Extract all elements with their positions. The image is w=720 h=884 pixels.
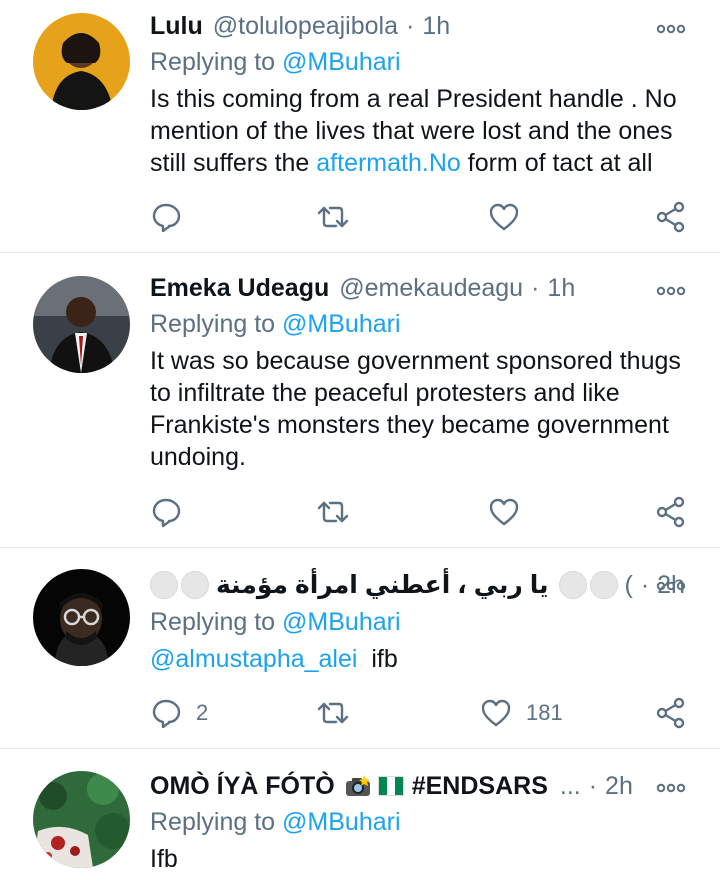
- replying-to-label: Replying to: [150, 608, 276, 636]
- replying-to-mention[interactable]: @MBuhari: [282, 310, 400, 338]
- tweet-text: @almustapha_alei ifb: [150, 643, 700, 675]
- replying-to: Replying to @MBuhari: [150, 808, 401, 837]
- share-icon: [656, 201, 685, 233]
- replying-to-label: Replying to: [150, 48, 276, 76]
- avatar[interactable]: [33, 276, 130, 373]
- like-icon: [489, 203, 519, 231]
- tweet-text-part: form of tact at all: [460, 149, 653, 177]
- tweet-text: Ifb: [150, 845, 178, 873]
- tweet-text: It was so because government sponsored t…: [150, 347, 681, 471]
- display-name[interactable]: Emeka Udeagu: [150, 274, 329, 303]
- replying-to-label: Replying to: [150, 808, 276, 836]
- like-button[interactable]: [488, 495, 534, 529]
- nigeria-flag-emoji: [377, 776, 404, 796]
- like-count: 181: [526, 700, 563, 725]
- more-icon[interactable]: [656, 22, 686, 36]
- name-ellipsis: ...: [559, 771, 581, 800]
- timestamp[interactable]: 1h: [422, 12, 450, 41]
- more-icon[interactable]: [656, 579, 686, 593]
- tweet-header: Emeka Udeagu @emekaudeagu · 1h: [150, 272, 575, 304]
- replying-to: Replying to @MBuhari: [150, 48, 401, 77]
- display-name[interactable]: Lulu: [150, 12, 203, 41]
- retweet-button[interactable]: [315, 495, 365, 529]
- reply-button[interactable]: [150, 495, 196, 529]
- tweet[interactable]: يا ربي ، أعطني امرأة مؤمنة ( · 2h Replyi…: [0, 548, 720, 748]
- replying-to: Replying to @MBuhari: [150, 608, 401, 637]
- reply-button[interactable]: [150, 200, 196, 234]
- user-handle[interactable]: @tolulopeajibola: [213, 12, 398, 41]
- separator-dot: ·: [406, 11, 415, 40]
- camera-flash-emoji: [344, 774, 372, 798]
- replying-to: Replying to @MBuhari: [150, 310, 401, 339]
- retweet-icon: [317, 501, 349, 523]
- avatar[interactable]: [33, 569, 130, 666]
- action-bar: [150, 495, 710, 529]
- more-icon[interactable]: [656, 284, 686, 298]
- user-handle[interactable]: (: [625, 571, 633, 600]
- tweet-text-part: ifb: [371, 645, 398, 673]
- timestamp[interactable]: 2h: [605, 772, 633, 801]
- separator-dot: ·: [640, 570, 650, 599]
- user-handle[interactable]: @emekaudeagu: [339, 274, 523, 303]
- share-icon: [656, 697, 685, 729]
- avatar[interactable]: [33, 13, 130, 110]
- timestamp[interactable]: 1h: [547, 274, 575, 303]
- reply-icon: [152, 498, 181, 528]
- like-icon: [489, 498, 519, 526]
- display-name-tag[interactable]: #ENDSARS: [412, 772, 548, 801]
- share-button[interactable]: [656, 495, 686, 529]
- tweet-header: OMÒ ÍYÀ FÓTÒ #ENDSARS ... · 2h: [150, 770, 633, 802]
- display-name[interactable]: يا ربي ، أعطني امرأة مؤمنة: [216, 570, 549, 600]
- replying-to-mention[interactable]: @MBuhari: [282, 48, 400, 76]
- tweet-header: يا ربي ، أعطني امرأة مؤمنة ( · 2h: [150, 569, 685, 601]
- avatar[interactable]: [33, 771, 130, 868]
- retweet-button[interactable]: [315, 696, 365, 730]
- reply-icon: [152, 203, 181, 233]
- tweet[interactable]: Emeka Udeagu @emekaudeagu · 1h Replying …: [0, 253, 720, 547]
- tweet-link[interactable]: aftermath.No: [316, 149, 461, 177]
- replying-to-label: Replying to: [150, 310, 276, 338]
- reply-count: 2: [196, 700, 209, 725]
- display-name[interactable]: OMÒ ÍYÀ FÓTÒ: [150, 772, 335, 801]
- tweet[interactable]: Lulu @tolulopeajibola · 1h Replying to @…: [0, 0, 720, 252]
- separator-dot: ·: [531, 273, 540, 302]
- share-button[interactable]: [656, 696, 686, 730]
- retweet-icon: [317, 702, 349, 724]
- like-button[interactable]: [488, 200, 534, 234]
- like-button[interactable]: 181: [480, 696, 563, 730]
- share-button[interactable]: [656, 200, 686, 234]
- more-icon[interactable]: [656, 781, 686, 795]
- replying-to-mention[interactable]: @MBuhari: [282, 808, 400, 836]
- name-emoji-group: [558, 571, 621, 599]
- like-icon: [481, 699, 511, 727]
- tweet-header: Lulu @tolulopeajibola · 1h: [150, 10, 450, 42]
- action-bar: [150, 200, 710, 234]
- tweet-mention[interactable]: @almustapha_alei: [150, 645, 357, 673]
- retweet-icon: [317, 206, 349, 228]
- tweet-text: Is this coming from a real President han…: [150, 83, 700, 179]
- replying-to-mention[interactable]: @MBuhari: [282, 608, 400, 636]
- reply-button[interactable]: 2: [150, 696, 208, 730]
- retweet-button[interactable]: [315, 200, 365, 234]
- tweet[interactable]: OMÒ ÍYÀ FÓTÒ #ENDSARS ... · 2h Replying …: [0, 749, 720, 884]
- share-icon: [656, 496, 685, 528]
- separator-dot: ·: [588, 771, 598, 800]
- action-bar: 2 181: [150, 696, 710, 730]
- name-emoji-group: [150, 571, 212, 599]
- reply-icon: [152, 699, 181, 729]
